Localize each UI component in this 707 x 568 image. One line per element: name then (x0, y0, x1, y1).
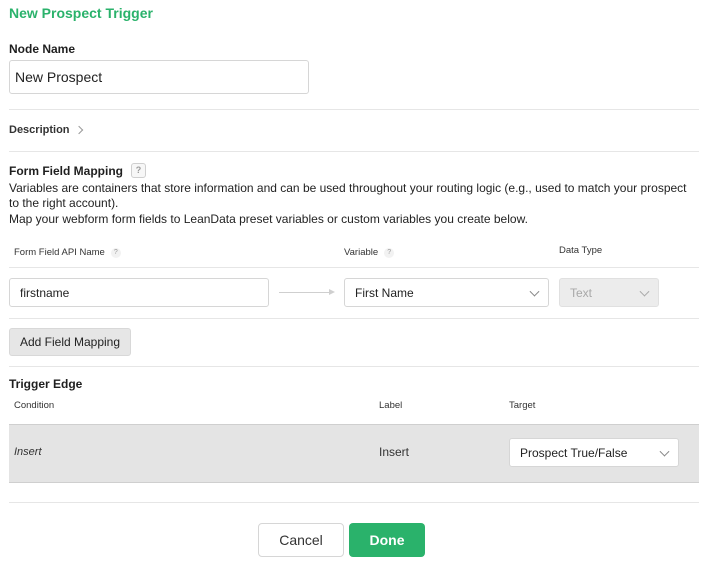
cancel-button[interactable]: Cancel (258, 523, 344, 557)
trigger-edge-title: Trigger Edge (9, 377, 83, 391)
target-select[interactable]: Prospect True/False (509, 438, 679, 467)
chevron-down-icon (659, 446, 670, 457)
edge-label: Insert (379, 445, 410, 459)
mapping-description-line3: Map your webform form fields to LeanData… (9, 212, 528, 226)
edge-condition: Insert (14, 446, 42, 458)
column-header-api-name-text: Form Field API Name (14, 247, 105, 258)
divider (9, 267, 699, 268)
form-field-api-name-input[interactable] (9, 278, 269, 307)
variable-select[interactable]: First Name (344, 278, 549, 307)
mapping-description-line1: Variables are containers that store info… (9, 181, 687, 195)
description-toggle[interactable]: Description (9, 124, 83, 136)
help-icon[interactable]: ? (131, 163, 146, 178)
chevron-down-icon (639, 286, 650, 297)
help-icon[interactable]: ? (110, 247, 121, 258)
divider (9, 109, 699, 110)
form-field-mapping-title: Form Field Mapping (9, 163, 123, 178)
column-header-data-type: Data Type (559, 245, 603, 256)
node-name-input[interactable] (9, 60, 309, 94)
variable-select-value: First Name (355, 285, 414, 300)
data-type-select-value: Text (570, 285, 593, 300)
column-header-condition: Condition (14, 400, 55, 411)
description-label: Description (9, 124, 70, 136)
column-header-variable-text: Variable (344, 247, 379, 258)
arrow-right-icon (279, 289, 335, 295)
node-name-label: Node Name (9, 42, 76, 56)
chevron-right-icon (74, 125, 83, 135)
divider (9, 151, 699, 152)
done-button[interactable]: Done (349, 523, 425, 557)
divider (9, 502, 699, 503)
page-title: New Prospect Trigger (9, 5, 153, 21)
column-header-target: Target (509, 400, 536, 411)
column-header-variable: Variable ? (344, 247, 395, 258)
divider (9, 366, 699, 367)
divider (9, 318, 699, 319)
add-field-mapping-button[interactable]: Add Field Mapping (9, 328, 131, 356)
help-icon[interactable]: ? (384, 247, 395, 258)
form-field-mapping-heading: Form Field Mapping ? (9, 163, 146, 178)
column-header-api-name: Form Field API Name ? (14, 247, 121, 258)
column-header-label: Label (379, 400, 403, 411)
data-type-select: Text (559, 278, 659, 307)
chevron-down-icon (529, 286, 540, 297)
target-select-value: Prospect True/False (520, 445, 628, 460)
mapping-description-line2: to the right account). (9, 196, 119, 210)
